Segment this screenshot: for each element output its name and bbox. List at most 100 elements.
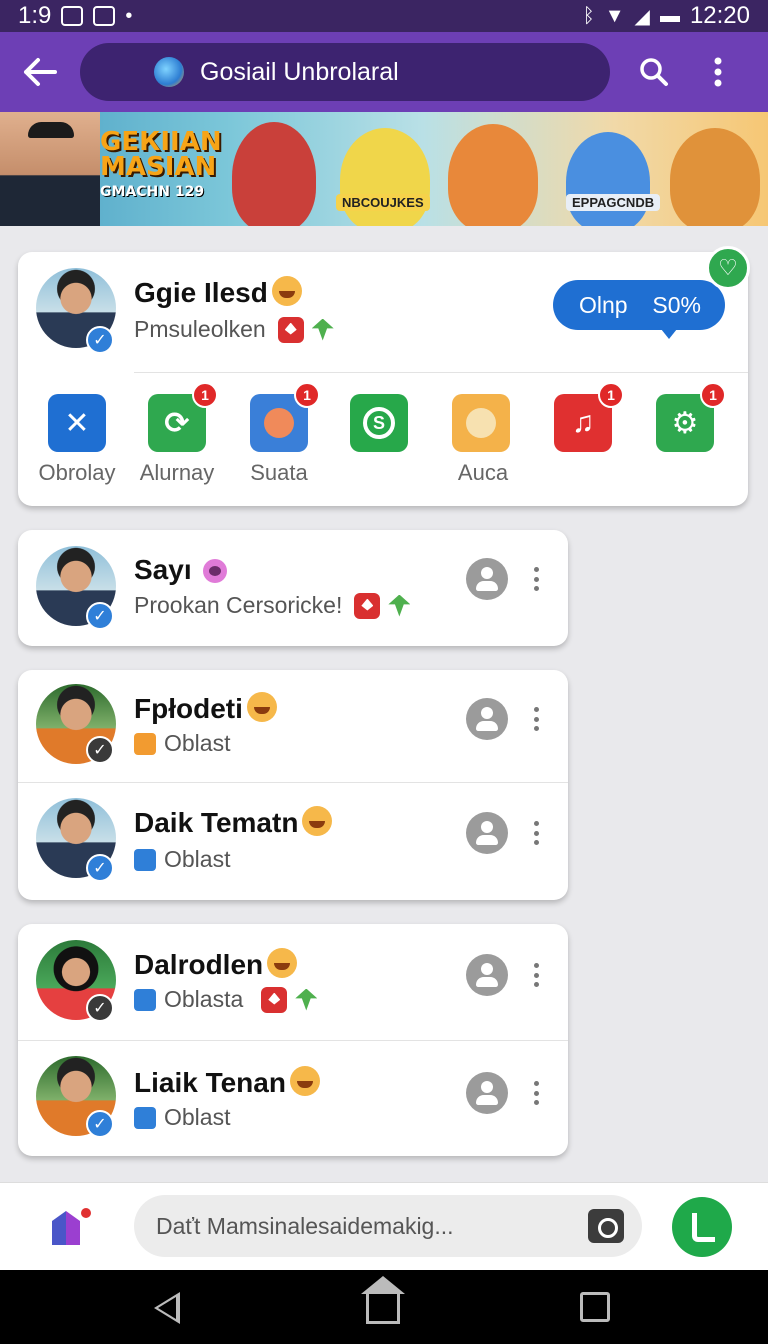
photo-notification-icon	[61, 6, 84, 26]
more-menu-button[interactable]	[686, 32, 750, 112]
system-nav-bar	[0, 1270, 768, 1344]
contact-subtitle: Oblast	[164, 730, 231, 756]
banner-character-blue	[566, 132, 650, 226]
profile-lock-button[interactable]	[466, 954, 508, 996]
x-icon: ✕	[64, 406, 90, 440]
message-placeholder: Daťt Mamsinalesaidemakig...	[156, 1212, 454, 1239]
banner-brand: GEКIIAN MASIAN GMACHN 129	[100, 129, 222, 205]
list-item[interactable]: ✓ Dalrodlen Oblasta	[18, 924, 568, 1040]
app-alurnay-button[interactable]: ⟳ 1	[148, 382, 218, 452]
notification-badge: 1	[192, 382, 218, 408]
battery-icon: ▬	[659, 4, 680, 27]
camera-icon[interactable]	[588, 1209, 624, 1243]
maple-leaf-icon	[354, 592, 381, 619]
grin-emoji-icon	[271, 276, 302, 306]
grin-emoji-icon	[302, 806, 333, 836]
more-options-button[interactable]	[528, 1078, 544, 1108]
profile-lock-button[interactable]	[466, 812, 508, 854]
profile-lock-button[interactable]	[466, 558, 508, 600]
online-label: Olnp	[579, 291, 628, 318]
verified-icon: ✓	[86, 994, 114, 1022]
more-options-button[interactable]	[528, 818, 544, 848]
grin-emoji-icon	[289, 1066, 320, 1096]
app-auca-button[interactable]	[452, 394, 510, 452]
contact-subtitle: Oblast	[164, 1104, 231, 1130]
back-button[interactable]	[0, 32, 80, 112]
headphones-emoji-icon	[203, 559, 228, 583]
title-search-pill[interactable]: Gosiail Unbrolaral	[80, 43, 610, 101]
app-settings-button[interactable]: ⚙ 1	[656, 382, 726, 452]
contact-card[interactable]: ✓ Sayı Prookan Cersoricke!	[18, 530, 568, 646]
verified-icon: ✓	[86, 1110, 114, 1138]
status-time-left: 1:9	[18, 2, 52, 29]
app-label: Obrolay	[38, 460, 116, 485]
status-time-right: 12:20	[689, 2, 750, 29]
oblast-badge-icon	[134, 988, 156, 1011]
skype-icon: S	[363, 407, 395, 439]
list-item[interactable]: ✓ Liaik Tenan Oblast	[18, 1042, 568, 1156]
notification-badge: 1	[294, 382, 320, 408]
banner-character-tan	[670, 128, 760, 226]
app-suata-button[interactable]: 1	[250, 382, 320, 452]
call-button[interactable]	[672, 1197, 732, 1257]
contact-name: Sayı	[134, 554, 192, 585]
contact-name: Ggie Ilesd	[134, 277, 268, 308]
banner-character-yellow	[340, 128, 430, 226]
dot-icon: •	[125, 4, 133, 27]
dog-icon	[466, 408, 496, 438]
search-icon	[640, 58, 668, 86]
app-skype-button[interactable]: S	[350, 394, 408, 452]
contact-group-card: ✓ Dalrodlen Oblasta ✓ Liaik Tenan Oblast	[18, 924, 568, 1156]
more-options-button[interactable]	[528, 564, 544, 594]
banner-character-orange	[448, 124, 538, 226]
profile-lock-button[interactable]	[466, 1072, 508, 1114]
green-arrow-icon	[295, 988, 318, 1011]
app-brand-icon[interactable]	[46, 1203, 94, 1251]
banner-tag-1: NBCOUJKES	[336, 194, 430, 211]
banner-character-red	[232, 122, 316, 226]
app-logo-icon	[154, 57, 184, 87]
verified-icon: ✓	[86, 854, 114, 882]
maple-leaf-icon	[277, 316, 304, 343]
online-value: S0%	[652, 291, 701, 318]
app-label: Suata	[250, 460, 308, 485]
list-item[interactable]: ✓ Daik Tematn Oblast	[18, 784, 568, 900]
app-music-button[interactable]: ♫ 1	[554, 382, 624, 452]
nav-back-icon[interactable]	[154, 1292, 180, 1324]
refresh-icon: ⟳	[164, 406, 190, 440]
more-options-button[interactable]	[528, 960, 544, 990]
search-button[interactable]	[622, 32, 686, 112]
divider	[18, 1040, 568, 1041]
list-item[interactable]: ✓ Fpłodeti Oblast	[18, 670, 568, 782]
message-input[interactable]: Daťt Mamsinalesaidemakig...	[134, 1195, 642, 1257]
signal-icon: ◢	[634, 5, 650, 28]
profile-lock-button[interactable]	[466, 698, 508, 740]
oblast-badge-icon	[134, 732, 156, 755]
contact-subtitle: Oblast	[164, 846, 231, 872]
online-status-bubble[interactable]: Olnp S0%	[553, 280, 725, 339]
nav-recents-icon[interactable]	[580, 1292, 610, 1322]
contact-name: Dalrodlen	[134, 949, 264, 980]
green-arrow-icon	[388, 594, 411, 617]
app-title: Gosiail Unbrolaral	[200, 57, 399, 86]
oblast-badge-icon	[134, 1106, 156, 1129]
banner-tag-2: EPPAGCNDB	[566, 194, 661, 211]
heart-icon[interactable]: ♡	[706, 246, 750, 290]
contact-subtitle: Pmsuleolken	[134, 316, 266, 342]
contact-group-card: ✓ Fpłodeti Oblast ✓ Daik Tematn Oblast	[18, 670, 568, 900]
notification-badge: 1	[598, 382, 624, 408]
more-options-button[interactable]	[528, 704, 544, 734]
promo-banner[interactable]: GEКIIAN MASIAN GMACHN 129 NBCOUJKES EPPA…	[0, 112, 768, 226]
composer-bar: Daťt Mamsinalesaidemakig...	[0, 1182, 768, 1270]
app-obrolay-button[interactable]: ✕	[48, 394, 106, 452]
contact-name: Fpłodeti	[134, 693, 243, 724]
nav-home-icon[interactable]	[361, 1276, 405, 1324]
music-icon: ♫	[571, 406, 595, 439]
app-label: Auca	[457, 460, 509, 485]
contact-name: Liaik Tenan	[134, 1067, 286, 1098]
oblast-badge-icon	[134, 848, 156, 871]
contact-subtitle: Prookan Cersoricke!	[134, 592, 343, 618]
banner-brand-line2: MASIAN	[100, 152, 217, 182]
verified-icon: ✓	[86, 326, 114, 354]
notification-badge: 1	[700, 382, 726, 408]
